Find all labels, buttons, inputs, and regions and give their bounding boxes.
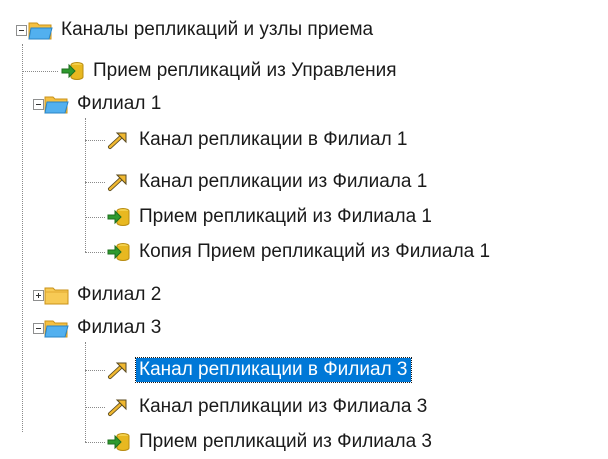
folder-closed-icon [44, 284, 70, 306]
tree-line [85, 252, 105, 253]
collapse-root-toggle[interactable] [16, 25, 27, 36]
receive-node-icon [106, 431, 132, 453]
minus-icon [36, 328, 41, 329]
collapse-filial3-toggle[interactable] [33, 323, 44, 334]
channel-arrow-icon [106, 396, 132, 418]
expand-filial2-toggle[interactable] [33, 290, 44, 301]
channel-arrow-icon [106, 129, 132, 151]
tree-line-filial1 [85, 118, 86, 252]
folder-open-icon [44, 317, 70, 339]
tree-node-receive-filial-1[interactable]: Прием репликаций из Филиала 1 [106, 204, 435, 230]
tree-node-label: Филиал 1 [77, 93, 162, 114]
receive-node-icon [106, 241, 132, 263]
tree-line [22, 71, 58, 72]
tree-node-label: Прием репликаций из Филиала 3 [139, 431, 432, 452]
replication-tree: Каналы репликаций и узлы приема Прием ре… [0, 0, 608, 459]
tree-line [85, 370, 105, 371]
tree-node-receive-management[interactable]: Прием репликаций из Управления [60, 58, 400, 84]
tree-node-filial-1[interactable]: Филиал 1 [44, 91, 164, 117]
tree-node-label: Канал репликации из Филиала 3 [139, 396, 428, 417]
minus-icon [36, 104, 41, 105]
tree-node-label: Канал репликации в Филиал 1 [139, 129, 408, 150]
receive-node-icon [106, 206, 132, 228]
receive-node-icon [60, 60, 86, 82]
tree-node-receive-filial-3[interactable]: Прием репликаций из Филиала 3 [106, 429, 435, 455]
tree-node-label: Копия Прием репликаций из Филиала 1 [139, 241, 491, 262]
tree-line [85, 182, 105, 183]
collapse-filial1-toggle[interactable] [33, 99, 44, 110]
folder-open-icon [44, 93, 70, 115]
tree-line [85, 442, 105, 443]
tree-line [85, 140, 105, 141]
tree-node-copy-receive-filial-1[interactable]: Копия Прием репликаций из Филиала 1 [106, 239, 493, 265]
tree-line-filial3 [85, 342, 86, 442]
tree-node-label: Каналы репликаций и узлы приема [61, 19, 374, 40]
tree-line [85, 217, 105, 218]
tree-node-channel-to-filial-1[interactable]: Канал репликации в Филиал 1 [106, 127, 411, 153]
tree-node-label: Филиал 2 [77, 284, 162, 305]
tree-node-filial-2[interactable]: Филиал 2 [44, 282, 164, 308]
tree-line-root [22, 44, 23, 432]
tree-node-label: Прием репликаций из Управления [93, 60, 397, 81]
channel-arrow-icon [106, 171, 132, 193]
tree-node-channel-from-filial-3[interactable]: Канал репликации из Филиала 3 [106, 394, 430, 420]
tree-node-channel-to-filial-3[interactable]: Канал репликации в Филиал 3 [106, 357, 412, 383]
channel-arrow-icon [106, 359, 132, 381]
tree-node-label: Канал репликации в Филиал 3 [135, 357, 412, 383]
minus-icon [19, 30, 24, 31]
tree-node-filial-3[interactable]: Филиал 3 [44, 315, 164, 341]
tree-node-root[interactable]: Каналы репликаций и узлы приема [28, 17, 376, 43]
folder-open-icon [28, 19, 54, 41]
tree-node-channel-from-filial-1[interactable]: Канал репликации из Филиала 1 [106, 169, 430, 195]
tree-node-label: Прием репликаций из Филиала 1 [139, 206, 432, 227]
tree-line [85, 407, 105, 408]
tree-node-label: Канал репликации из Филиала 1 [139, 171, 428, 192]
tree-node-label: Филиал 3 [77, 317, 162, 338]
